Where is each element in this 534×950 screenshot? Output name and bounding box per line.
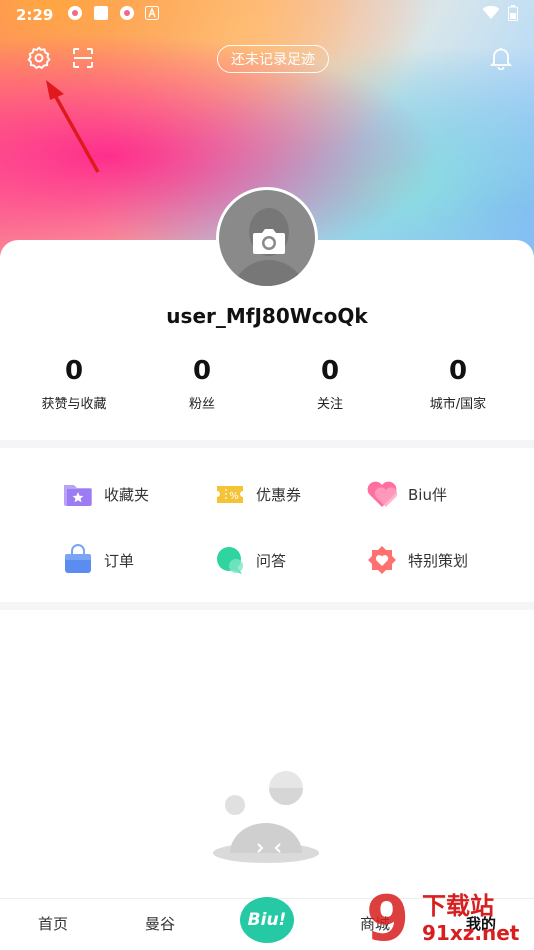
menu-item-orders[interactable]: 订单 — [60, 542, 134, 578]
feature-menu: 收藏夹 % 优惠券 Biu伴 订单 问答 特别策划 — [0, 452, 534, 602]
font-notification-icon — [145, 6, 160, 24]
menu-item-label: 特别策划 — [408, 551, 469, 570]
folder-star-icon — [60, 476, 96, 512]
battery-icon — [508, 5, 518, 25]
svg-text:9: 9 — [366, 884, 409, 950]
top-toolbar: 还未记录足迹 — [0, 40, 534, 80]
menu-item-label: 问答 — [256, 551, 287, 570]
stat-fans[interactable]: 0 粉丝 — [142, 355, 262, 412]
badge-heart-icon — [364, 542, 400, 578]
menu-item-label: 收藏夹 — [104, 485, 150, 504]
avatar-body-silhouette — [231, 260, 307, 286]
notification-icon — [119, 5, 135, 25]
coupon-icon: % — [212, 476, 248, 512]
red-arrow-annotation — [46, 80, 100, 173]
chat-bubble-icon — [212, 542, 248, 578]
scan-icon[interactable] — [68, 43, 98, 73]
stat-value: 0 — [64, 356, 84, 386]
menu-item-biu-companion[interactable]: Biu伴 — [364, 476, 447, 512]
svg-text:下载站: 下载站 — [422, 892, 494, 920]
section-divider — [0, 440, 534, 448]
bell-icon[interactable] — [486, 43, 516, 73]
stat-label: 粉丝 — [188, 397, 215, 412]
menu-item-label: Biu伴 — [408, 485, 447, 504]
menu-item-qa[interactable]: 问答 — [212, 542, 286, 578]
svg-text:%: % — [229, 491, 239, 502]
tab-biu-button[interactable]: Biu! — [240, 897, 294, 943]
stat-following[interactable]: 0 关注 — [270, 355, 390, 412]
svg-text:91xz.net: 91xz.net — [422, 921, 520, 945]
camera-icon — [252, 227, 286, 259]
menu-item-coupons[interactable]: % 优惠券 — [212, 476, 301, 512]
stat-value: 0 — [192, 356, 212, 386]
tab-bangkok[interactable]: 曼谷 — [145, 913, 175, 934]
stat-label: 关注 — [316, 397, 343, 412]
wifi-icon — [482, 5, 500, 24]
tab-home[interactable]: 首页 — [38, 913, 68, 934]
status-time: 2:29 — [16, 6, 54, 24]
menu-item-label: 优惠券 — [256, 485, 302, 504]
menu-item-label: 订单 — [104, 551, 135, 570]
footprint-button[interactable]: 还未记录足迹 — [217, 45, 329, 73]
username: user_MfJ80WcoQk — [166, 304, 368, 328]
stat-value: 0 — [448, 356, 468, 386]
stat-cities-countries[interactable]: 0 城市/国家 — [398, 355, 518, 412]
avatar[interactable] — [216, 187, 318, 289]
empty-state-illustration — [213, 771, 319, 863]
stat-label: 获赞与收藏 — [41, 397, 107, 412]
status-bar: 2:29 — [0, 0, 534, 30]
bag-icon — [60, 542, 96, 578]
notification-icon — [67, 5, 83, 25]
menu-item-favorites[interactable]: 收藏夹 — [60, 476, 149, 512]
menu-item-special-feature[interactable]: 特别策划 — [364, 542, 468, 578]
settings-gear-icon[interactable] — [24, 43, 54, 73]
stat-likes-favorites[interactable]: 0 获赞与收藏 — [14, 355, 134, 412]
heart-icon — [364, 476, 400, 512]
section-divider — [0, 602, 534, 610]
watermark-logo: 9 下载站 91xz.net — [366, 884, 520, 950]
stat-label: 城市/国家 — [429, 397, 487, 412]
stats-row: 0 获赞与收藏 0 粉丝 0 关注 0 城市/国家 — [0, 355, 534, 415]
stat-value: 0 — [320, 356, 340, 386]
app-notification-icon — [93, 5, 109, 25]
